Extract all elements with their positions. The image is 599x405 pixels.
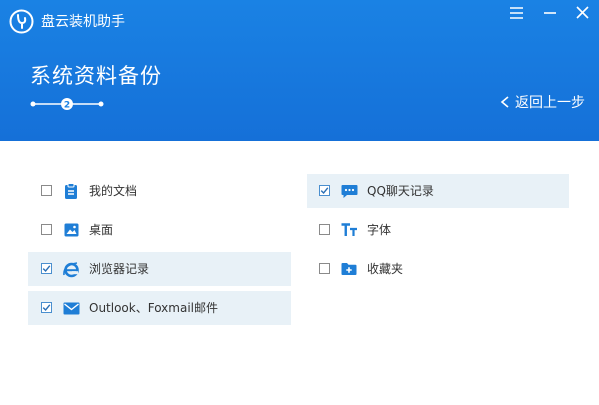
option-label: 字体 — [367, 223, 392, 237]
checkbox-qq[interactable] — [319, 185, 330, 196]
header-banner: 盘云装机助手 系统资料备份 2 返回上一步 — [0, 0, 599, 141]
close-icon[interactable] — [571, 4, 593, 22]
option-favorites[interactable]: 收藏夹 — [307, 252, 569, 286]
option-label: 桌面 — [89, 223, 114, 237]
chevron-left-icon — [500, 96, 509, 108]
chat-icon — [340, 182, 358, 200]
minimize-icon[interactable] — [539, 4, 561, 22]
image-icon — [62, 221, 80, 239]
back-button-label: 返回上一步 — [515, 95, 585, 111]
option-mail[interactable]: Outlook、Foxmail邮件 — [28, 291, 291, 325]
checkbox-mail[interactable] — [41, 302, 52, 313]
clipboard-icon — [62, 182, 80, 200]
checkbox-desktop[interactable] — [41, 224, 52, 235]
checkmark-icon — [42, 265, 51, 273]
page-title: 系统资料备份 — [30, 64, 162, 88]
checkbox-fonts[interactable] — [319, 224, 330, 235]
font-icon — [340, 221, 358, 239]
option-browser[interactable]: 浏览器记录 — [28, 252, 291, 286]
mail-icon — [62, 299, 80, 317]
option-desktop[interactable]: 桌面 — [28, 213, 291, 247]
menu-icon[interactable] — [506, 4, 528, 22]
checkbox-documents[interactable] — [41, 185, 52, 196]
option-label: QQ聊天记录 — [367, 184, 434, 198]
checkbox-browser[interactable] — [41, 263, 52, 274]
option-label: 收藏夹 — [367, 262, 404, 276]
option-label: Outlook、Foxmail邮件 — [89, 301, 218, 315]
folder-plus-icon — [340, 260, 358, 278]
option-label: 我的文档 — [89, 184, 138, 198]
back-button[interactable]: 返回上一步 — [499, 92, 585, 112]
ie-icon — [62, 260, 80, 278]
checkbox-favorites[interactable] — [319, 263, 330, 274]
option-fonts[interactable]: 字体 — [307, 213, 569, 247]
checkmark-icon — [42, 304, 51, 312]
step-3-dot — [98, 101, 104, 107]
option-documents[interactable]: 我的文档 — [28, 174, 291, 208]
option-label: 浏览器记录 — [89, 262, 150, 276]
logo-icon — [9, 9, 34, 34]
step-indicator: 2 — [30, 96, 104, 111]
option-qq[interactable]: QQ聊天记录 — [307, 174, 569, 208]
step-1-dot — [30, 101, 36, 107]
checkmark-icon — [320, 187, 329, 195]
current-step-number: 2 — [64, 101, 70, 111]
app-title: 盘云装机助手 — [41, 14, 125, 30]
